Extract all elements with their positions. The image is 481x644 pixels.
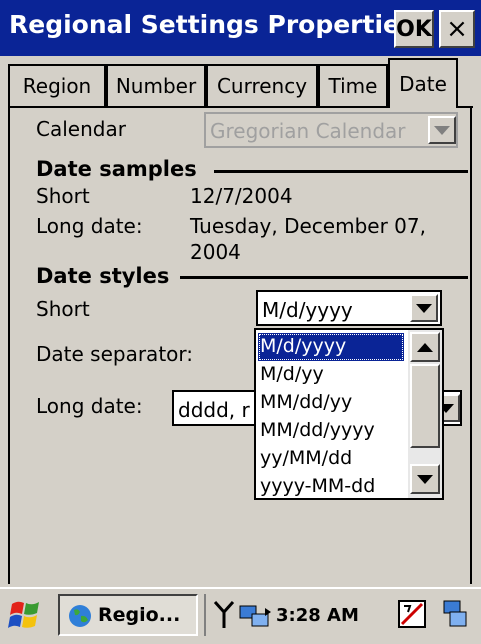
taskbar-divider xyxy=(204,594,206,636)
sample-long-label: Long date: xyxy=(36,214,143,238)
task-label: Regio... xyxy=(98,604,181,626)
sample-short-label: Short xyxy=(36,184,90,208)
short-style-combo[interactable]: M/d/yyyy xyxy=(256,290,442,326)
desktop-icon[interactable] xyxy=(440,598,470,630)
list-item[interactable]: M/d/yyyy xyxy=(258,333,404,361)
short-style-value: M/d/yyyy xyxy=(262,298,353,322)
tab-time[interactable]: Time xyxy=(318,64,388,106)
calendar-value: Gregorian Calendar xyxy=(210,119,406,143)
scroll-down-button[interactable] xyxy=(410,464,440,494)
list-item[interactable]: MM/dd/yy xyxy=(258,389,404,417)
date-separator-label: Date separator: xyxy=(36,342,194,366)
ok-button[interactable]: OK xyxy=(394,10,434,48)
network-icon xyxy=(239,605,271,627)
long-style-value: dddd, r xyxy=(178,398,250,422)
short-style-label: Short xyxy=(36,297,90,321)
chevron-up-icon xyxy=(417,342,433,352)
samples-rule xyxy=(214,170,468,173)
input-panel-icon[interactable] xyxy=(396,598,428,630)
list-item[interactable]: yy/MM/dd xyxy=(258,445,404,473)
windows-flag-icon xyxy=(8,601,39,628)
start-button[interactable] xyxy=(8,598,48,634)
short-style-dropdown-list[interactable]: M/d/yyyy M/d/yy MM/dd/yy MM/dd/yyyy yy/M… xyxy=(254,328,444,500)
clock[interactable]: 3:28 AM xyxy=(276,605,359,626)
list-item[interactable]: MM/dd/yyyy xyxy=(258,417,404,445)
panel-border-left xyxy=(8,106,10,584)
scroll-up-button[interactable] xyxy=(410,332,440,362)
sample-short-value: 12/7/2004 xyxy=(190,184,293,208)
globe-icon xyxy=(69,605,91,627)
date-styles-header: Date styles xyxy=(36,264,170,288)
panel-border-right xyxy=(470,106,472,584)
list-item[interactable]: yyyy-MM-dd xyxy=(258,473,404,501)
active-tab-gap xyxy=(390,104,456,110)
antenna-icon xyxy=(213,600,235,628)
tab-number[interactable]: Number xyxy=(106,64,206,106)
tab-currency[interactable]: Currency xyxy=(206,64,318,106)
scrollbar[interactable] xyxy=(408,330,442,498)
calendar-dropdown-button xyxy=(428,116,456,144)
task-button-regional[interactable]: Regio... xyxy=(58,594,198,636)
tab-date[interactable]: Date xyxy=(388,58,458,108)
short-style-dropdown-button[interactable] xyxy=(410,294,438,322)
chevron-down-icon xyxy=(416,303,432,313)
list-item[interactable]: M/d/yy xyxy=(258,361,404,389)
scroll-thumb[interactable] xyxy=(410,364,440,448)
chevron-down-icon xyxy=(417,474,433,484)
sample-long-value-line1: Tuesday, December 07, xyxy=(190,214,426,238)
close-button[interactable]: × xyxy=(439,10,475,48)
tab-region[interactable]: Region xyxy=(8,64,106,106)
date-samples-header: Date samples xyxy=(36,157,197,181)
window-title: Regional Settings Properties xyxy=(9,10,415,39)
long-style-label: Long date: xyxy=(36,394,143,418)
calendar-label: Calendar xyxy=(36,117,126,141)
styles-rule xyxy=(180,276,468,279)
calendar-combo: Gregorian Calendar xyxy=(204,112,458,148)
chevron-down-icon xyxy=(434,125,450,135)
sample-long-value-line2: 2004 xyxy=(190,240,241,264)
